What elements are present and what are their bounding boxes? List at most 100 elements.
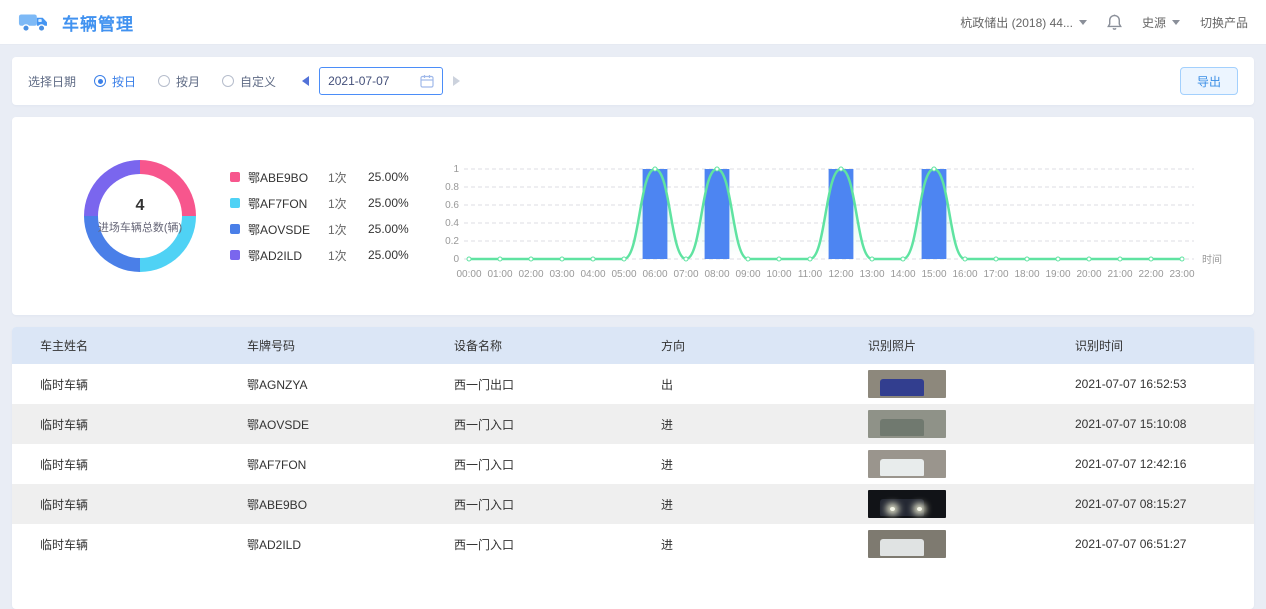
prev-date-arrow[interactable]: [302, 76, 309, 86]
legend-plate-label: 鄂AOVSDE: [248, 221, 328, 238]
svg-text:19:00: 19:00: [1045, 269, 1070, 280]
legend-count: 1次: [328, 221, 368, 238]
radio-custom[interactable]: 自定义: [222, 73, 276, 90]
cell-plate: 鄂AGNZYA: [219, 364, 426, 404]
total-vehicle-count: 4: [136, 197, 145, 215]
table-row: 临时车辆鄂ABE9BO西一门入口进2021-07-07 08:15:27: [12, 484, 1254, 524]
vehicle-silhouette: [880, 459, 924, 476]
entry-donut-chart: 4 进场车辆总数(辆): [84, 160, 196, 272]
svg-text:10:00: 10:00: [766, 269, 791, 280]
svg-text:15:00: 15:00: [921, 269, 946, 280]
calendar-icon: [420, 74, 434, 88]
legend-color-marker: [230, 224, 240, 234]
recognition-table-card: 车主姓名车牌号码设备名称方向识别照片识别时间 临时车辆鄂AGNZYA西一门出口出…: [12, 327, 1254, 609]
cell-direction: 进: [633, 444, 840, 484]
cell-photo: [840, 444, 1047, 484]
cell-owner: 临时车辆: [12, 364, 219, 404]
svg-text:0.8: 0.8: [445, 182, 459, 193]
entry-time-line-chart: 00.20.40.60.8100:0001:0002:0003:0004:000…: [427, 145, 1254, 302]
svg-text:08:00: 08:00: [704, 269, 729, 280]
truck-logo-icon: [18, 9, 50, 35]
recognition-photo[interactable]: [868, 450, 946, 478]
cell-device: 西一门入口: [426, 404, 633, 444]
recognition-table: 车主姓名车牌号码设备名称方向识别照片识别时间 临时车辆鄂AGNZYA西一门出口出…: [12, 327, 1254, 564]
cell-photo: [840, 524, 1047, 564]
cell-plate: 鄂AD2ILD: [219, 524, 426, 564]
switch-product-link[interactable]: 切换产品: [1200, 14, 1248, 31]
table-row: 临时车辆鄂AD2ILD西一门入口进2021-07-07 06:51:27: [12, 524, 1254, 564]
table-row: 临时车辆鄂AGNZYA西一门出口出2021-07-07 16:52:53: [12, 364, 1254, 404]
notification-bell-button[interactable]: [1107, 14, 1122, 31]
legend-item: 鄂AD2ILD1次25.00%: [230, 247, 409, 264]
cell-device: 西一门入口: [426, 524, 633, 564]
legend-percent: 25.00%: [368, 170, 409, 184]
legend-item: 鄂AOVSDE1次25.00%: [230, 221, 409, 238]
legend-count: 1次: [328, 247, 368, 264]
chevron-down-icon: [1079, 20, 1087, 25]
recognition-photo[interactable]: [868, 370, 946, 398]
cell-direction: 进: [633, 404, 840, 444]
account-name: 杭政储出 (2018) 44...: [960, 14, 1073, 31]
cell-time: 2021-07-07 12:42:16: [1047, 444, 1254, 484]
legend-color-marker: [230, 172, 240, 182]
next-date-arrow[interactable]: [453, 76, 460, 86]
cell-direction: 进: [633, 484, 840, 524]
radio-by-month[interactable]: 按月: [158, 73, 200, 90]
legend-color-marker: [230, 198, 240, 208]
legend-plate-label: 鄂ABE9BO: [248, 169, 328, 186]
svg-text:00:00: 00:00: [456, 269, 481, 280]
radio-by-day[interactable]: 按日: [94, 73, 136, 90]
table-row: 临时车辆鄂AOVSDE西一门入口进2021-07-07 15:10:08: [12, 404, 1254, 444]
export-button[interactable]: 导出: [1180, 67, 1238, 95]
total-vehicle-label: 进场车辆总数(辆): [98, 219, 182, 235]
cell-time: 2021-07-07 08:15:27: [1047, 484, 1254, 524]
svg-text:07:00: 07:00: [673, 269, 698, 280]
recognition-photo[interactable]: [868, 410, 946, 438]
svg-text:04:00: 04:00: [580, 269, 605, 280]
cell-plate: 鄂ABE9BO: [219, 484, 426, 524]
date-filter-label: 选择日期: [28, 73, 76, 90]
legend-item: 鄂AF7FON1次25.00%: [230, 195, 409, 212]
legend-percent: 25.00%: [368, 196, 409, 210]
cell-time: 2021-07-07 15:10:08: [1047, 404, 1254, 444]
cell-device: 西一门入口: [426, 484, 633, 524]
svg-text:14:00: 14:00: [890, 269, 915, 280]
svg-text:03:00: 03:00: [549, 269, 574, 280]
svg-text:0.4: 0.4: [445, 218, 459, 229]
headlight-glow: [890, 507, 895, 511]
legend-plate-label: 鄂AF7FON: [248, 195, 328, 212]
cell-direction: 出: [633, 364, 840, 404]
svg-text:16:00: 16:00: [952, 269, 977, 280]
radio-dot-icon: [158, 75, 170, 87]
date-picker-input[interactable]: 2021-07-07: [319, 67, 443, 95]
col-owner: 车主姓名: [12, 327, 219, 364]
col-time: 识别时间: [1047, 327, 1254, 364]
svg-text:20:00: 20:00: [1076, 269, 1101, 280]
svg-text:13:00: 13:00: [859, 269, 884, 280]
page-title: 车辆管理: [62, 10, 134, 35]
table-row: 临时车辆鄂AF7FON西一门入口进2021-07-07 12:42:16: [12, 444, 1254, 484]
svg-text:11:00: 11:00: [798, 269, 823, 280]
svg-text:01:00: 01:00: [487, 269, 512, 280]
cell-owner: 临时车辆: [12, 524, 219, 564]
recognition-photo[interactable]: [868, 490, 946, 518]
user-dropdown[interactable]: 史源: [1142, 14, 1180, 31]
statistics-panel: 4 进场车辆总数(辆) 鄂ABE9BO1次25.00%鄂AF7FON1次25.0…: [12, 117, 1254, 315]
cell-plate: 鄂AF7FON: [219, 444, 426, 484]
radio-dot-icon: [94, 75, 106, 87]
cell-photo: [840, 364, 1047, 404]
recognition-photo[interactable]: [868, 530, 946, 558]
legend-plate-label: 鄂AD2ILD: [248, 247, 328, 264]
cell-photo: [840, 484, 1047, 524]
radio-label: 按日: [112, 73, 136, 90]
donut-legend: 鄂ABE9BO1次25.00%鄂AF7FON1次25.00%鄂AOVSDE1次2…: [230, 169, 409, 264]
bell-icon: [1107, 14, 1122, 31]
legend-percent: 25.00%: [368, 248, 409, 262]
vehicle-silhouette: [880, 379, 924, 396]
cell-owner: 临时车辆: [12, 444, 219, 484]
svg-text:时间: 时间: [1202, 253, 1222, 266]
svg-text:23:00: 23:00: [1169, 269, 1194, 280]
cell-time: 2021-07-07 16:52:53: [1047, 364, 1254, 404]
account-dropdown[interactable]: 杭政储出 (2018) 44...: [960, 14, 1087, 31]
svg-text:22:00: 22:00: [1138, 269, 1163, 280]
